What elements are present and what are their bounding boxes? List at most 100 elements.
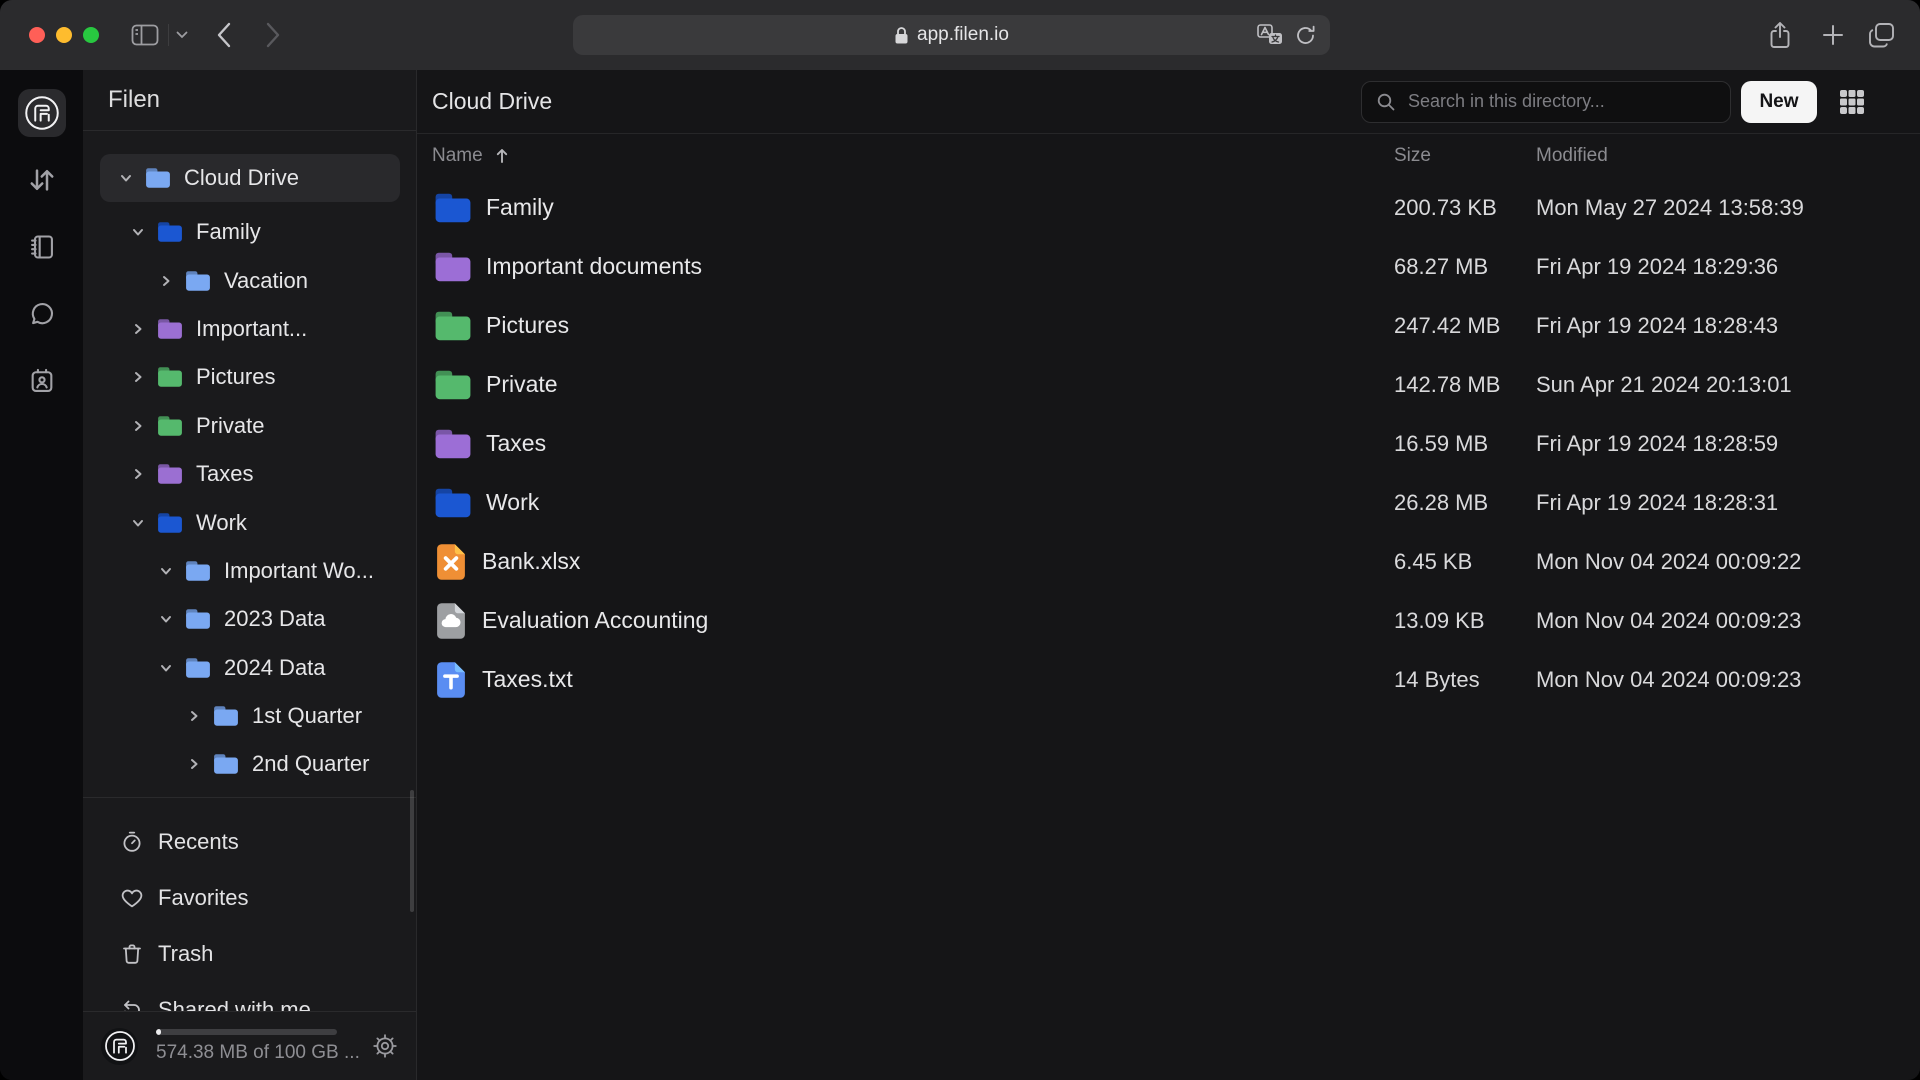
chevron-down-icon[interactable] [129,514,147,532]
tree-item-label: Family [196,219,261,245]
chevron-down-icon[interactable] [157,610,175,628]
browser-titlebar: app.filen.io [0,0,1920,71]
chevron-right-icon[interactable] [185,707,203,725]
folder-icon [157,318,183,340]
rail-item-transfers-icon[interactable] [18,156,66,204]
tree-item-family[interactable]: Family [100,208,400,256]
sidebar-scrollbar[interactable] [410,790,414,912]
folder-icon [434,487,472,519]
chevron-down-icon[interactable] [117,169,135,187]
file-name: Taxes.txt [482,666,573,693]
table-row[interactable]: Important documents68.27 MBFri Apr 19 20… [417,237,1920,296]
toolbar-separator [168,24,169,46]
rail-item-contacts-icon[interactable] [18,357,66,405]
app-title: Filen [83,70,416,131]
new-button[interactable]: New [1741,81,1817,123]
sidebar-item-label: Recents [158,829,239,855]
search-input[interactable] [1406,90,1716,113]
traffic-lights [29,27,99,43]
tree-item-work[interactable]: Work [100,498,400,546]
new-tab-icon[interactable] [1821,23,1845,47]
trash-icon [120,942,144,966]
tree-item-2024-data[interactable]: 2024 Data [100,644,400,692]
file-size: 14 Bytes [1394,667,1536,693]
table-row[interactable]: Work26.28 MBFri Apr 19 2024 18:28:31 [417,473,1920,532]
reload-icon[interactable] [1295,24,1316,46]
chevron-right-icon[interactable] [129,320,147,338]
minimize-window-button[interactable] [56,27,72,43]
chevron-right-icon[interactable] [129,465,147,483]
url-text: app.filen.io [917,24,1009,46]
folder-icon [185,657,211,679]
avatar[interactable] [101,1028,138,1065]
column-header-modified[interactable]: Modified [1536,145,1920,167]
app-rail [0,70,83,1080]
file-size: 13.09 KB [1394,608,1536,634]
tree-item-pictures[interactable]: Pictures [100,353,400,401]
tree-item-label: 2024 Data [224,655,326,681]
back-icon[interactable] [217,22,231,48]
chevron-right-icon[interactable] [129,417,147,435]
filen-app: Filen Cloud Drive Family Vacation Import… [0,70,1920,1080]
forward-icon[interactable] [266,22,280,48]
file-list: Family200.73 KBMon May 27 2024 13:58:39 … [417,178,1920,1080]
table-row[interactable]: Evaluation Accounting13.09 KBMon Nov 04 … [417,591,1920,650]
zoom-window-button[interactable] [83,27,99,43]
tree-item-taxes[interactable]: Taxes [100,450,400,498]
file-size: 68.27 MB [1394,254,1536,280]
column-header-name[interactable]: Name [417,145,1394,167]
share-icon[interactable] [1768,21,1792,49]
table-row[interactable]: Pictures247.42 MBFri Apr 19 2024 18:28:4… [417,296,1920,355]
tree-item-important[interactable]: Important... [100,305,400,353]
address-bar[interactable]: app.filen.io [573,15,1330,55]
folder-icon [157,415,183,437]
rail-item-filen-logo[interactable] [18,89,66,137]
tree-item-vacation[interactable]: Vacation [100,256,400,304]
filen-logo [24,95,60,131]
sidebar-item-recents[interactable]: Recents [100,818,400,866]
file-modified: Sun Apr 21 2024 20:13:01 [1536,372,1920,398]
translate-icon[interactable] [1257,24,1283,46]
tree-item-important-wo[interactable]: Important Wo... [100,547,400,595]
folder-icon [157,221,183,243]
column-header-size[interactable]: Size [1394,145,1536,167]
storage-summary: 574.38 MB of 100 GB ... [156,1029,360,1064]
folder-icon [185,608,211,630]
chevron-right-icon[interactable] [157,272,175,290]
chevron-right-icon[interactable] [185,755,203,773]
rail-item-notes-icon[interactable] [18,223,66,271]
tree-item-cloud-drive[interactable]: Cloud Drive [100,154,400,202]
folder-tree: Cloud Drive Family Vacation Important...… [83,131,416,789]
sidebar-toggle-icon[interactable] [131,24,159,46]
tree-item-2nd-quarter[interactable]: 2nd Quarter [100,740,400,788]
file-size: 247.42 MB [1394,313,1536,339]
storage-progressbar [156,1029,337,1035]
tree-item-private[interactable]: Private [100,402,400,450]
table-row[interactable]: Taxes16.59 MBFri Apr 19 2024 18:28:59 [417,414,1920,473]
folder-icon [434,251,472,283]
tree-item-label: Important... [196,316,307,342]
chevron-right-icon[interactable] [129,368,147,386]
table-row[interactable]: Family200.73 KBMon May 27 2024 13:58:39 [417,178,1920,237]
chevron-down-icon[interactable] [176,31,188,39]
table-row[interactable]: Taxes.txt14 BytesMon Nov 04 2024 00:09:2… [417,650,1920,709]
settings-gear-icon[interactable] [372,1033,398,1059]
sidebar-item-favorites[interactable]: Favorites [100,874,400,922]
rail-item-chat-icon[interactable] [18,290,66,338]
sidebar-item-label: Favorites [158,885,248,911]
chevron-down-icon[interactable] [157,659,175,677]
table-row[interactable]: Bank.xlsx6.45 KBMon Nov 04 2024 00:09:22 [417,532,1920,591]
tree-item-2023-data[interactable]: 2023 Data [100,595,400,643]
tab-overview-icon[interactable] [1868,22,1895,48]
file-modified: Fri Apr 19 2024 18:28:43 [1536,313,1920,339]
close-window-button[interactable] [29,27,45,43]
chevron-down-icon[interactable] [157,562,175,580]
folder-icon [157,512,183,534]
tree-item-1st-quarter[interactable]: 1st Quarter [100,692,400,740]
table-row[interactable]: Private142.78 MBSun Apr 21 2024 20:13:01 [417,355,1920,414]
chevron-down-icon[interactable] [129,223,147,241]
file-modified: Fri Apr 19 2024 18:29:36 [1536,254,1920,280]
grid-view-icon[interactable] [1838,88,1866,116]
sidebar-item-trash[interactable]: Trash [100,930,400,978]
notes-icon [28,233,56,261]
